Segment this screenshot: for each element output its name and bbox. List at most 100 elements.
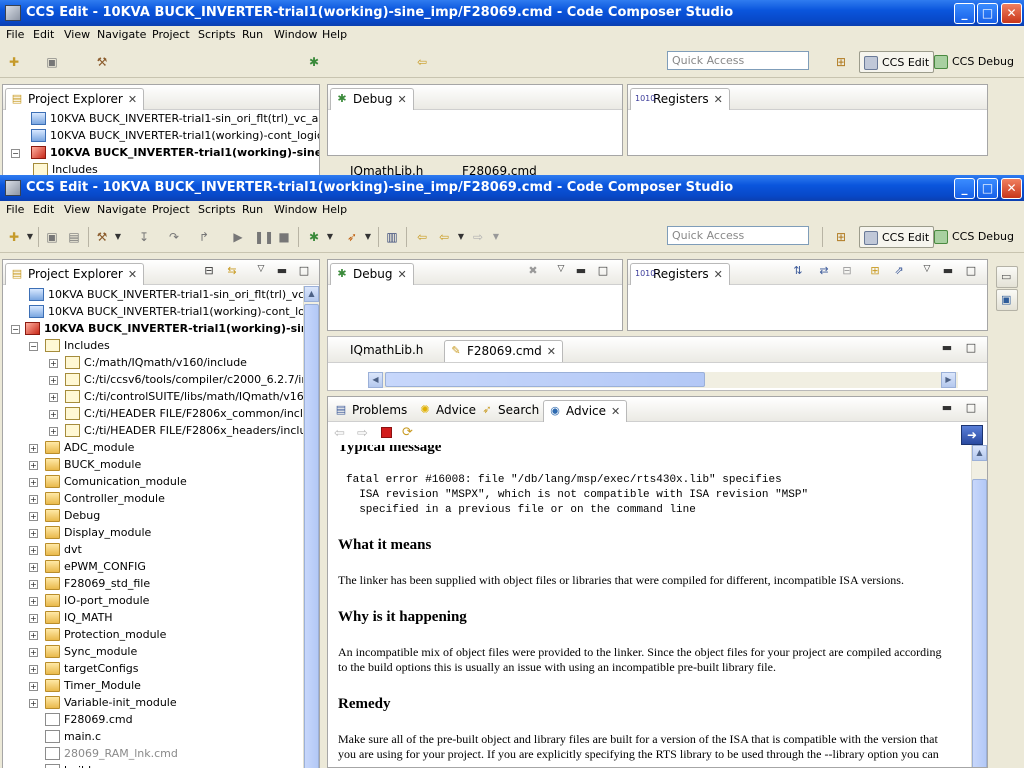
expand-icon[interactable]: + xyxy=(29,614,38,623)
minimize-view-icon[interactable]: ▬ xyxy=(941,264,955,277)
advice-scrollbar[interactable]: ▲ xyxy=(971,445,987,767)
expand-icon[interactable]: + xyxy=(29,699,38,708)
expand-icon[interactable]: + xyxy=(29,461,38,470)
minimize-button[interactable]: _ xyxy=(954,3,975,24)
menu-file[interactable]: File xyxy=(6,28,24,41)
go-icon[interactable]: ➜ xyxy=(961,425,983,445)
perspective-ccs-debug[interactable]: CCS Debug xyxy=(930,51,1018,73)
expand-icon[interactable]: + xyxy=(29,495,38,504)
link-with-editor-icon[interactable]: ⇆ xyxy=(225,264,239,277)
expand-icon[interactable]: + xyxy=(49,376,58,385)
menu-run[interactable]: Run xyxy=(242,203,263,216)
build-hammer-icon[interactable]: ⚒ xyxy=(94,54,110,70)
expand-icon[interactable]: + xyxy=(29,682,38,691)
step-over-icon[interactable]: ↷ xyxy=(166,229,182,245)
toggle-mark-icon[interactable]: ▥ xyxy=(384,229,400,245)
minimize-view-icon[interactable]: ▬ xyxy=(574,264,588,277)
menu-view[interactable]: View xyxy=(64,203,90,216)
menu-navigate[interactable]: Navigate xyxy=(97,203,146,216)
last-edit-icon[interactable]: ⇦ xyxy=(414,229,430,245)
perspective-ccs-edit[interactable]: CCS Edit xyxy=(859,51,935,73)
refresh-icon[interactable]: ⟳ xyxy=(402,425,413,440)
expand-icon[interactable]: + xyxy=(29,529,38,538)
debug-bug-icon[interactable]: ✱ xyxy=(306,54,322,70)
collapse-icon[interactable]: − xyxy=(11,325,20,334)
step-return-icon[interactable]: ↱ xyxy=(196,229,212,245)
back-arrow-icon[interactable]: ⇦ xyxy=(436,229,452,245)
menu-scripts[interactable]: Scripts xyxy=(198,203,236,216)
registers-action-icon[interactable]: ⊟ xyxy=(840,264,854,277)
view-menu-icon[interactable]: ▽ xyxy=(554,264,568,274)
dropdown-arrow-icon[interactable]: ▼ xyxy=(22,229,38,245)
expand-icon[interactable]: + xyxy=(29,597,38,606)
menu-window[interactable]: Window xyxy=(274,203,317,216)
expand-icon[interactable]: + xyxy=(29,444,38,453)
expand-icon[interactable]: + xyxy=(29,665,38,674)
flash-icon[interactable]: ➶ xyxy=(344,229,360,245)
editor-horizontal-scrollbar[interactable]: ◀ ▶ xyxy=(368,372,958,388)
maximize-view-icon[interactable]: □ xyxy=(964,401,978,414)
save-all-icon[interactable]: ▤ xyxy=(66,229,82,245)
minimize-view-icon[interactable]: ▬ xyxy=(940,401,954,414)
collapse-icon[interactable]: − xyxy=(29,342,38,351)
collapse-icon[interactable]: − xyxy=(11,149,20,158)
minimize-view-icon[interactable]: ▬ xyxy=(275,264,289,277)
back-arrow-icon[interactable]: ⇦ xyxy=(414,54,430,70)
close-icon[interactable]: ✕ xyxy=(611,405,620,418)
expand-icon[interactable]: + xyxy=(49,359,58,368)
expand-icon[interactable]: + xyxy=(29,478,38,487)
pin-icon[interactable]: ⇗ xyxy=(892,264,906,277)
tab-advice-1[interactable]: ✺ Advice xyxy=(414,400,482,422)
menu-help[interactable]: Help xyxy=(322,203,347,216)
close-button[interactable]: ✕ xyxy=(1001,3,1022,24)
tab-project-explorer[interactable]: ▤ Project Explorer ✕ xyxy=(5,88,145,110)
tab-advice-2[interactable]: ◉ Advice ✕ xyxy=(543,400,628,422)
expand-icon[interactable]: + xyxy=(29,580,38,589)
registers-action-icon[interactable]: ⇅ xyxy=(791,264,805,277)
minimize-button[interactable]: _ xyxy=(954,178,975,199)
dropdown-arrow-icon[interactable]: ▼ xyxy=(360,229,376,245)
background-title-bar[interactable]: CCS Edit - 10KVA BUCK_INVERTER-trial1(wo… xyxy=(0,0,1024,26)
expand-icon[interactable]: + xyxy=(29,631,38,640)
open-perspective-icon[interactable]: ⊞ xyxy=(833,54,849,70)
view-menu-icon[interactable]: ▽ xyxy=(920,264,934,274)
tab-iqmathlib-h[interactable]: IQmathLib.h xyxy=(330,340,429,362)
build-hammer-icon[interactable]: ⚒ xyxy=(94,229,110,245)
scroll-up-icon[interactable]: ▲ xyxy=(304,286,319,302)
quick-access-input[interactable]: Quick Access xyxy=(667,51,809,70)
quick-access-input[interactable]: Quick Access xyxy=(667,226,809,245)
expand-icon[interactable]: + xyxy=(29,512,38,521)
scroll-thumb[interactable] xyxy=(972,479,987,767)
perspective-ccs-debug[interactable]: CCS Debug xyxy=(930,226,1018,248)
new-view-icon[interactable]: ⊞ xyxy=(868,264,882,277)
view-menu-icon[interactable]: ▽ xyxy=(254,264,268,274)
menu-edit[interactable]: Edit xyxy=(33,28,54,41)
expand-icon[interactable]: + xyxy=(29,563,38,572)
dropdown-arrow-icon[interactable]: ▼ xyxy=(110,229,126,245)
dropdown-arrow-icon[interactable]: ▼ xyxy=(322,229,338,245)
tab-debug[interactable]: ✱ Debug ✕ xyxy=(330,263,414,285)
trim-stack-button[interactable]: ▣ xyxy=(996,289,1018,311)
menu-scripts[interactable]: Scripts xyxy=(198,28,236,41)
scroll-thumb[interactable] xyxy=(385,372,705,387)
dropdown-arrow-icon[interactable]: ▼ xyxy=(453,229,469,245)
tree-scrollbar[interactable]: ▲ xyxy=(303,286,319,768)
menu-project[interactable]: Project xyxy=(152,203,190,216)
close-icon[interactable]: ✕ xyxy=(714,268,723,281)
tab-registers[interactable]: 1010 Registers ✕ xyxy=(630,88,730,110)
registers-action-icon[interactable]: ⇄ xyxy=(817,264,831,277)
title-bar[interactable]: CCS Edit - 10KVA BUCK_INVERTER-trial1(wo… xyxy=(0,175,1024,201)
perspective-ccs-edit[interactable]: CCS Edit xyxy=(859,226,935,248)
debug-bug-icon[interactable]: ✱ xyxy=(306,229,322,245)
menu-view[interactable]: View xyxy=(64,28,90,41)
stop-icon[interactable] xyxy=(381,427,392,438)
expand-icon[interactable]: + xyxy=(29,648,38,657)
forward-arrow-icon[interactable]: ⇨ xyxy=(470,229,486,245)
save-icon[interactable]: ▣ xyxy=(44,54,60,70)
resume-icon[interactable]: ▶ xyxy=(230,229,246,245)
remove-terminated-icon[interactable]: ✖ xyxy=(526,264,540,277)
dropdown-arrow-icon[interactable]: ▼ xyxy=(488,229,504,245)
close-icon[interactable]: ✕ xyxy=(128,268,137,281)
new-icon[interactable]: ✚ xyxy=(6,54,22,70)
tab-project-explorer[interactable]: ▤ Project Explorer ✕ xyxy=(5,263,145,285)
